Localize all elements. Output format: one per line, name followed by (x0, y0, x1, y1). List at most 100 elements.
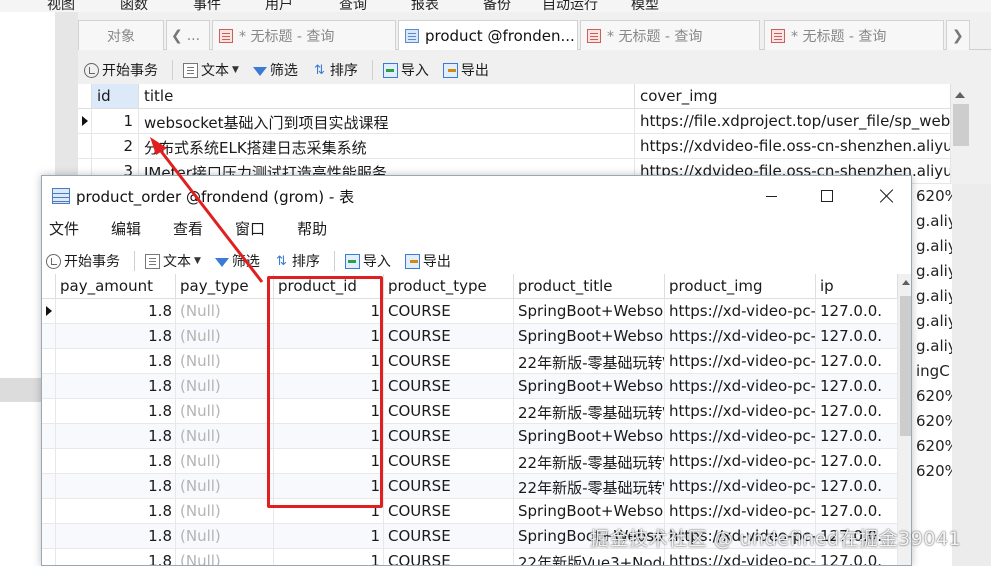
top-menu-item[interactable]: 自动运行 (542, 0, 598, 12)
cell-product-id[interactable]: 1 (274, 549, 384, 565)
maximize-button[interactable] (804, 176, 850, 216)
cell-pay-amount[interactable]: 1.8 (56, 524, 176, 549)
text-button[interactable]: 文本 ▼ (145, 251, 201, 271)
top-menu-item[interactable]: 模型 (631, 0, 659, 12)
cell-pay-amount[interactable]: 1.8 (56, 299, 176, 324)
cell-pay-type[interactable]: (Null) (176, 374, 274, 399)
import-button[interactable]: 导入 (344, 251, 391, 271)
tab-scroll-right[interactable]: ❯ (946, 20, 970, 50)
cell-product-title[interactable]: SpringBoot+Websoc (514, 324, 665, 349)
grid-vertical-scrollbar[interactable] (951, 84, 971, 184)
table-row[interactable]: 1.8 (Null) 1 COURSE SpringBoot+Websoc https:/… (42, 299, 898, 324)
cell-cover-img[interactable]: https://xdvideo-file.oss-cn-shenzhen.ali… (635, 134, 951, 159)
cell-product-id[interactable]: 1 (274, 524, 384, 549)
sort-button[interactable]: ⇅ 排序 (312, 60, 358, 80)
cell-product-img[interactable]: https://xd-video-pc- (665, 324, 816, 349)
export-button[interactable]: 导出 (442, 60, 489, 80)
begin-transaction-button[interactable]: 开始事务 (46, 251, 120, 271)
top-menu-item[interactable]: 视图 (47, 0, 75, 12)
cell-pay-amount[interactable]: 1.8 (56, 324, 176, 349)
cell-ip[interactable]: 127.0.0. (816, 549, 898, 565)
cell-ip[interactable]: 127.0.0. (816, 324, 898, 349)
cell-product-img[interactable]: https://xd-video-pc- (665, 349, 816, 374)
scroll-up-icon[interactable] (899, 275, 911, 289)
table-row[interactable]: 1.8 (Null) 1 COURSE SpringBoot+Websoc https:/… (42, 424, 898, 449)
cell-pay-type[interactable]: (Null) (176, 349, 274, 374)
cell-product-img[interactable]: https://xd-video-pc- (665, 399, 816, 424)
close-button[interactable] (864, 176, 910, 216)
cell-product-type[interactable]: COURSE (384, 499, 514, 524)
top-menu-item[interactable]: 函数 (120, 0, 148, 12)
cell-product-type[interactable]: COURSE (384, 374, 514, 399)
cell-title[interactable]: 分布式系统ELK搭建日志采集系统 (139, 134, 635, 159)
cell-product-title[interactable]: SpringBoot+Websoc (514, 499, 665, 524)
begin-transaction-button[interactable]: 开始事务 (84, 60, 158, 80)
cell-product-title[interactable]: SpringBoot+Websoc (514, 424, 665, 449)
cell-pay-type[interactable]: (Null) (176, 399, 274, 424)
cell-pay-type[interactable]: (Null) (176, 474, 274, 499)
cell-product-img[interactable]: https://xd-video-pc- (665, 549, 816, 565)
column-header-product-type[interactable]: product_type (384, 274, 514, 299)
cell-pay-type[interactable]: (Null) (176, 549, 274, 565)
tab-scroll-left[interactable]: ❮ ... (166, 20, 210, 50)
cell-pay-amount[interactable]: 1.8 (56, 374, 176, 399)
cell-product-img[interactable]: https://xd-video-pc- (665, 499, 816, 524)
cell-product-img[interactable]: https://xd-video-pc- (665, 374, 816, 399)
cell-pay-amount[interactable]: 1.8 (56, 424, 176, 449)
tab-product-table[interactable]: product @fronden... (398, 20, 578, 50)
cell-product-type[interactable]: COURSE (384, 449, 514, 474)
cell-product-type[interactable]: COURSE (384, 324, 514, 349)
table-row[interactable]: 1.8 (Null) 1 COURSE 22年新版-零基础玩转\ https://xd-v… (42, 349, 898, 374)
window-titlebar[interactable]: product_order @frondend (grom) - 表 (42, 176, 911, 216)
column-header-id[interactable]: id (92, 84, 139, 109)
cell-pay-type[interactable]: (Null) (176, 299, 274, 324)
cell-product-img[interactable]: https://xd-video-pc- (665, 299, 816, 324)
table-row[interactable]: 1.8 (Null) 1 COURSE SpringBoot+Websoc https:/… (42, 324, 898, 349)
tab-untitled-query-2[interactable]: * 无标题 - 查询 (580, 20, 760, 50)
table-row[interactable]: 1.8 (Null) 1 COURSE SpringBoot+Websoc https:/… (42, 499, 898, 524)
menu-window[interactable]: 窗口 (235, 218, 265, 242)
table-row[interactable]: 1.8 (Null) 1 COURSE SpringBoot+Websoc https:/… (42, 374, 898, 399)
cell-pay-type[interactable]: (Null) (176, 524, 274, 549)
filter-button[interactable]: 筛选 (214, 251, 260, 271)
table-row[interactable]: 1.8 (Null) 1 COURSE 22年新版-零基础玩转\ https://xd-v… (42, 474, 898, 499)
cell-product-title[interactable]: SpringBoot+Websoc (514, 374, 665, 399)
cell-pay-amount[interactable]: 1.8 (56, 349, 176, 374)
scroll-thumb[interactable] (953, 104, 969, 146)
menu-help[interactable]: 帮助 (297, 218, 327, 242)
cell-product-title[interactable]: 22年新版-零基础玩转\ (514, 449, 665, 474)
top-menu-item[interactable]: 事件 (193, 0, 221, 12)
minimize-button[interactable] (748, 176, 794, 216)
export-button[interactable]: 导出 (404, 251, 451, 271)
column-header-product-title[interactable]: product_title (514, 274, 665, 299)
table-row[interactable]: 1.8 (Null) 1 COURSE 22年新版Vue3+Node https://xd… (42, 549, 898, 565)
cell-product-img[interactable]: https://xd-video-pc- (665, 449, 816, 474)
top-menu-item[interactable]: 查询 (339, 0, 367, 12)
column-header-cover-img[interactable]: cover_img (635, 84, 951, 109)
column-header-pay-amount[interactable]: pay_amount (56, 274, 176, 299)
table-row[interactable]: 1.8 (Null) 1 COURSE 22年新版-零基础玩转\ https://xd-v… (42, 449, 898, 474)
cell-ip[interactable]: 127.0.0. (816, 499, 898, 524)
column-header-title[interactable]: title (139, 84, 635, 109)
cell-ip[interactable]: 127.0.0. (816, 349, 898, 374)
cell-ip[interactable]: 127.0.0. (816, 449, 898, 474)
tab-objects[interactable]: 对象 (78, 20, 164, 50)
top-menu-item[interactable]: 用户 (265, 0, 293, 12)
cell-pay-type[interactable]: (Null) (176, 424, 274, 449)
menu-view[interactable]: 查看 (173, 218, 203, 242)
column-header-ip[interactable]: ip (816, 274, 898, 299)
cell-product-type[interactable]: COURSE (384, 399, 514, 424)
cell-pay-amount[interactable]: 1.8 (56, 399, 176, 424)
cell-product-type[interactable]: COURSE (384, 424, 514, 449)
scroll-up-icon[interactable] (955, 92, 965, 98)
cell-ip[interactable]: 127.0.0. (816, 299, 898, 324)
text-button[interactable]: 文本 ▼ (183, 60, 239, 80)
cell-pay-amount[interactable]: 1.8 (56, 449, 176, 474)
cell-ip[interactable]: 127.0.0. (816, 424, 898, 449)
cell-id[interactable]: 2 (92, 134, 139, 159)
cell-cover-img[interactable]: https://file.xdproject.top/user_file/sp_… (635, 109, 951, 134)
cell-ip[interactable]: 127.0.0. (816, 474, 898, 499)
tab-untitled-query-3[interactable]: * 无标题 - 查询 (764, 20, 944, 50)
top-menu-item[interactable]: 备份 (483, 0, 511, 12)
cell-product-type[interactable]: COURSE (384, 524, 514, 549)
